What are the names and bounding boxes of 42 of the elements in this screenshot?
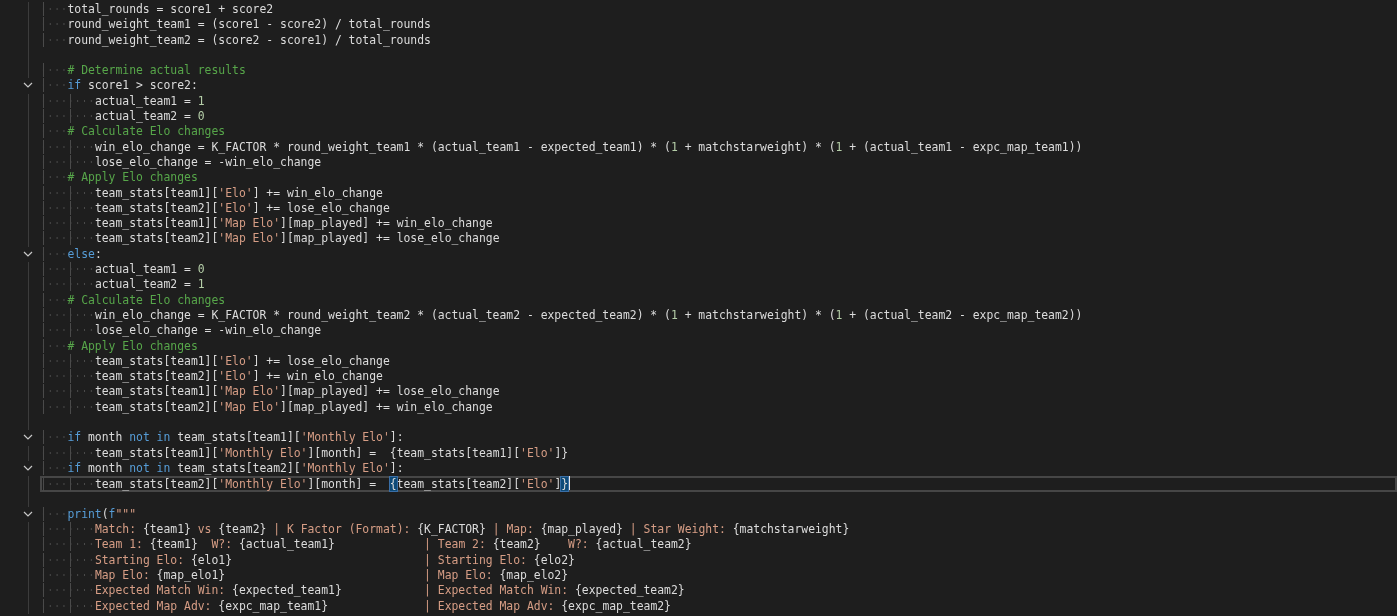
code-line: total_rounds = score1 + score2 [40,2,274,18]
code-line: # Determine actual results [40,63,246,79]
code-line: team_stats[team1]['Elo'] += win_elo_change [40,185,383,201]
fold-chevron-icon[interactable] [23,250,33,258]
code-line: # Apply Elo changes [40,170,198,186]
fold-chevron-icon[interactable] [23,82,33,90]
text-cursor [568,476,571,491]
code-line: actual_team1 = 0 [40,262,205,278]
code-line: team_stats[team1]['Elo'] += lose_elo_change [40,353,390,370]
code-line: Expected Map Adv: {expc_map_team1} | Expected Map Adv: {expc_map_team2} [40,598,671,614]
code-line: Match: {team1} vs {team2} | K Factor (Format): {K_FACTOR} | Map: {map_played} | Star Weight: {matchstarweight} [40,522,850,538]
code-line: win_elo_change = K_FACTOR * round_weight_team2 * (actual_team2 - expected_team2) * (1 + matchstarweight) * (1 + (actual_team2 - expc_map_team2)) [40,307,1083,324]
code-line: Map Elo: {map_elo1} | Map Elo: {map_elo2} [40,568,569,584]
code-line: # Apply Elo changes [40,338,198,354]
code-line: actual_team2 = 0 [40,109,205,125]
code-line: actual_team1 = 1 [40,93,205,110]
code-line: if month not in team_stats[team1]['Monthly Elo']: [40,430,404,446]
code-line: if score1 > score2: [40,78,198,94]
code-line: team_stats[team2]['Elo'] += lose_elo_change [40,200,390,217]
code-line: lose_elo_change = -win_elo_change [40,154,322,171]
code-line: team_stats[team1]['Map Elo'][map_played] += lose_elo_change [40,384,500,400]
code-line: round_weight_team1 = (score1 - score2) / total_rounds [40,17,431,33]
code-line: team_stats[team2]['Map Elo'][map_played] += lose_elo_change [40,231,500,247]
code-line: team_stats[team1]['Map Elo'][map_played] += win_elo_change [40,216,493,232]
fold-chevron-icon[interactable] [23,464,33,472]
code-line: Expected Match Win: {expected_team1} | Expected Match Win: {expected_team2} [40,583,685,599]
code-line: actual_team2 = 1 [40,277,205,293]
code-line: # Calculate Elo changes [40,292,226,308]
code-line: Starting Elo: {elo1} | Starting Elo: {elo2} [40,552,575,568]
code-line: team_stats[team2]['Map Elo'][map_played] += win_elo_change [40,399,493,415]
code-line: else: [40,246,102,263]
code-line: Team 1: {team1} W?: {actual_team1} | Team 2: {team2} W?: {actual_team2} [40,537,692,553]
fold-chevron-icon[interactable] [23,434,33,442]
code-line: win_elo_change = K_FACTOR * round_weight_team1 * (actual_team1 - expected_team1) * (1 + matchstarweight) * (1 + (actual_team1 - expc_map_team1)) [40,139,1083,155]
code-line: round_weight_team2 = (score2 - score1) / total_rounds [40,32,431,48]
code-line: team_stats[team2]['Elo'] += win_elo_change [40,369,383,385]
code-line: print(f""" [40,506,137,523]
code-line: lose_elo_change = -win_elo_change [40,323,322,339]
fold-chevron-icon[interactable] [23,510,33,518]
code-line: if month not in team_stats[team2]['Monthly Elo']: [40,460,404,477]
code-line: team_stats[team1]['Monthly Elo'][month] = {team_stats[team1]['Elo']} [40,445,569,461]
code-line: # Calculate Elo changes [40,124,226,140]
